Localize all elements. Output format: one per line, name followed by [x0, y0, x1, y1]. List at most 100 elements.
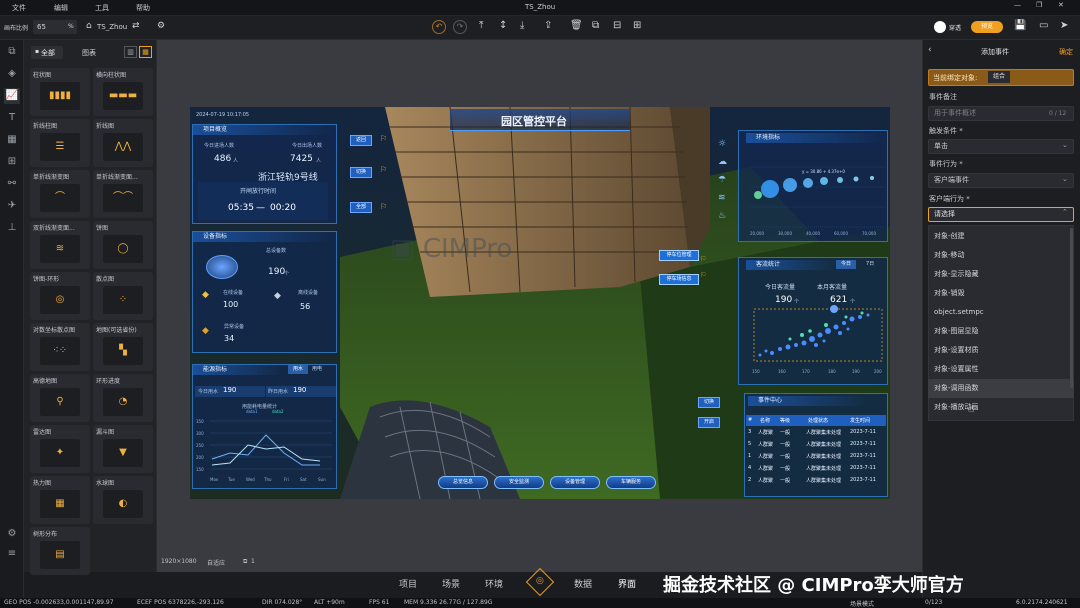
menu-help[interactable]: 帮助 — [136, 3, 150, 13]
nav-environment[interactable]: 环境 — [485, 577, 503, 590]
flow-tab-7days[interactable]: 7日 — [866, 260, 874, 267]
dropdown-option[interactable]: 对象-调用函数 — [928, 379, 1074, 398]
component-card[interactable]: 横向柱状图 ▬▬▬ — [93, 68, 153, 116]
component-card[interactable]: 水球图 ◐ — [93, 476, 153, 524]
preview-toggle[interactable]: 预览 — [971, 21, 1003, 33]
align-top-icon[interactable]: ⤒ — [479, 20, 483, 31]
list-view-icon[interactable]: ▥ — [124, 46, 137, 58]
component-card[interactable]: 高德地图 ⚲ — [30, 374, 90, 422]
dropdown-option[interactable]: 对象-移动 — [928, 246, 1074, 265]
dashboard-nav-button[interactable]: 总览信息 — [438, 476, 488, 489]
component-card[interactable]: 对数坐标散点图 ⁖⁘ — [30, 323, 90, 371]
event-row[interactable]: 2 人群聚 一般 人群聚集未处理 2023-7-11 — [746, 475, 886, 487]
dropdown-option[interactable]: 对象-播放动画 — [928, 398, 1074, 417]
theme-toggle-knob[interactable] — [934, 21, 946, 33]
stamp-icon[interactable]: ⊥ — [4, 220, 20, 236]
align-middle-icon[interactable]: ↕ — [499, 20, 507, 31]
temp-icon[interactable]: ♨ — [718, 207, 732, 225]
popup-marker-2[interactable]: ⚐ — [700, 271, 706, 279]
side-button-all[interactable]: 全部 — [350, 202, 372, 213]
component-card[interactable]: 树形分布 ▤ — [30, 527, 90, 575]
map-tag-enable[interactable]: 开启 — [698, 417, 720, 428]
layers-icon[interactable]: ◈ — [4, 66, 20, 82]
component-icon[interactable]: ⧉ — [4, 44, 20, 60]
tab-water[interactable]: 用水 — [288, 365, 308, 374]
grid-view-icon[interactable]: ▦ — [139, 46, 152, 58]
behavior-select[interactable]: 客户端事件 — [928, 173, 1074, 188]
event-marker-3[interactable]: ⚐ — [380, 202, 387, 211]
component-card[interactable]: 折线柱图 ☰ — [30, 119, 90, 167]
component-card[interactable]: 饼图-环形 ◎ — [30, 272, 90, 320]
dropdown-option[interactable]: 对象-设置材质 — [928, 341, 1074, 360]
settings-icon[interactable]: ⚙ — [157, 21, 165, 31]
event-row[interactable]: 3 人群聚 一般 人群聚集未处理 2023-7-11 — [746, 427, 886, 439]
client-behavior-select[interactable]: 请选择 — [928, 207, 1074, 222]
dashboard-nav-button[interactable]: 安全监测 — [494, 476, 544, 489]
component-card[interactable]: 环形进度 ◔ — [93, 374, 153, 422]
event-marker-1[interactable]: ⚐ — [380, 134, 387, 143]
component-card[interactable]: 饼图 ◯ — [93, 221, 153, 269]
flow-tab-today[interactable]: 今日 — [836, 260, 856, 269]
component-card[interactable]: 漏斗图 ▼ — [93, 425, 153, 473]
table-icon[interactable]: ▦ — [4, 132, 20, 148]
event-row[interactable]: 1 人群聚 一般 人群聚集未处理 2023-7-11 — [746, 451, 886, 463]
plane-icon[interactable]: ✈ — [4, 198, 20, 214]
trigger-select[interactable]: 单击 — [928, 139, 1074, 154]
nav-ui[interactable]: 界面 — [618, 577, 636, 590]
cloud-icon[interactable]: ☁ — [718, 153, 732, 171]
undo-icon[interactable]: ↶ — [432, 20, 446, 34]
text-icon[interactable]: T — [4, 110, 20, 126]
delete-icon[interactable]: 🗑 — [570, 20, 583, 31]
confirm-button[interactable]: 确定 — [1059, 47, 1073, 57]
event-row[interactable]: 5 人群聚 一般 人群聚集未处理 2023-7-11 — [746, 439, 886, 451]
bring-front-icon[interactable]: ⊟ — [613, 20, 621, 31]
popup-parking-mgmt[interactable]: 停车位管理 — [659, 250, 699, 261]
swap-icon[interactable]: ⇄ — [132, 21, 140, 31]
back-icon[interactable]: ‹ — [928, 45, 932, 55]
dashboard-preview[interactable]: ▣ CIMPro 园区管控平台 2024-07-19 10:17:05 项目概览… — [190, 107, 890, 499]
save-icon[interactable]: 💾 — [1014, 20, 1026, 31]
side-button-switch[interactable]: 切换 — [350, 167, 372, 178]
map-tag-switch[interactable]: 切换 — [698, 397, 720, 408]
dropdown-option[interactable]: 对象-销毁 — [928, 284, 1074, 303]
dropdown-scrollbar[interactable] — [1070, 228, 1073, 388]
restore-icon[interactable]: ❐ — [1036, 1, 1042, 9]
dropdown-option[interactable]: 对象-创建 — [928, 227, 1074, 246]
redo-icon[interactable]: ↷ — [453, 20, 467, 34]
lock-icon[interactable]: ⊞ — [633, 20, 641, 31]
export-icon[interactable]: ⇪ — [544, 20, 552, 31]
link-icon[interactable]: ⚯ — [4, 176, 20, 192]
event-marker-2[interactable]: ⚐ — [380, 165, 387, 174]
tab-chart[interactable]: 图表 — [82, 48, 96, 58]
align-bottom-icon[interactable]: ⤓ — [520, 20, 524, 31]
component-card[interactable]: 双折线渐变面... ≋ — [30, 221, 90, 269]
menu-edit[interactable]: 编辑 — [54, 3, 68, 13]
component-card[interactable]: 折线图 ⋀⋀ — [93, 119, 153, 167]
copy-icon[interactable]: ⧉ — [592, 20, 599, 31]
nav-scene[interactable]: 场景 — [442, 577, 460, 590]
chart-icon[interactable]: 📈 — [4, 88, 20, 104]
publish-icon[interactable]: ➤ — [1060, 20, 1068, 31]
dashboard-nav-button[interactable]: 设备管理 — [550, 476, 600, 489]
menu-file[interactable]: 文件 — [12, 3, 26, 13]
list-icon[interactable]: ≡ — [4, 546, 20, 562]
close-icon[interactable]: ✕ — [1058, 1, 1064, 9]
nav-data[interactable]: 数据 — [574, 577, 592, 590]
component-card[interactable]: 热力图 ▦ — [30, 476, 90, 524]
nav-project[interactable]: 项目 — [399, 577, 417, 590]
dropdown-option[interactable]: object.setmpc — [928, 303, 1074, 322]
dropdown-option[interactable]: 对象-显示隐藏 — [928, 265, 1074, 284]
event-row[interactable]: 4 人群聚 一般 人群聚集未处理 2023-7-11 — [746, 463, 886, 475]
wind-icon[interactable]: ≋ — [718, 189, 732, 207]
menu-tools[interactable]: 工具 — [95, 3, 109, 13]
dropdown-option[interactable]: 对象-图层显隐 — [928, 322, 1074, 341]
component-card[interactable]: 地图(可选省份) ▚ — [93, 323, 153, 371]
dropdown-option[interactable]: 对象-设置属性 — [928, 360, 1074, 379]
popup-parking-info[interactable]: 停车场信息 — [659, 274, 699, 285]
minimize-icon[interactable]: — — [1014, 1, 1021, 9]
grid-icon[interactable]: ⊞ — [4, 154, 20, 170]
monitor-icon[interactable]: ▭ — [1039, 20, 1048, 31]
component-card[interactable]: 雷达图 ✦ — [30, 425, 90, 473]
side-button-back[interactable]: 返回 — [350, 135, 372, 146]
component-card[interactable]: 单折线渐变图 ⌒ — [30, 170, 90, 218]
